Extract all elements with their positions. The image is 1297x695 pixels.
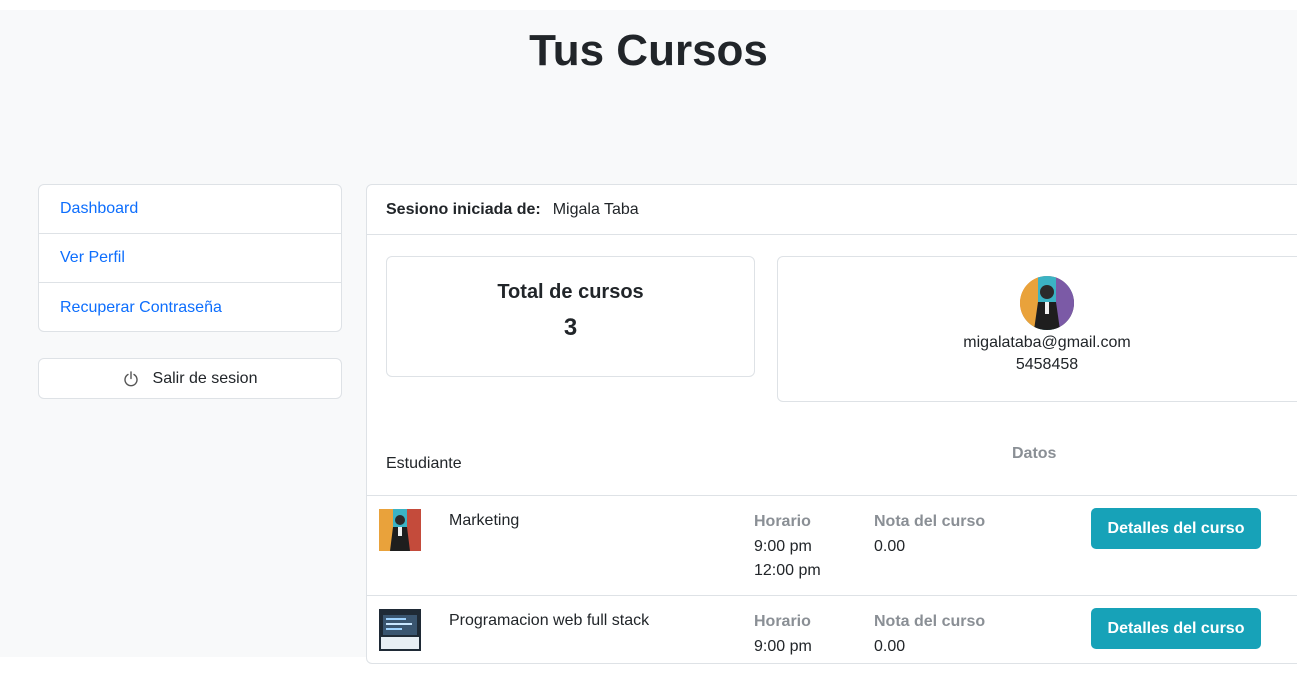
schedule-end: 12:00 pm	[754, 562, 821, 579]
table-row: Marketing Horario 9:00 pm 12:00 pm Nota …	[367, 495, 1297, 595]
course-details-button[interactable]: Detalles del curso	[1091, 608, 1261, 649]
session-row: Sesiono iniciada de: Migala Taba	[367, 185, 1297, 235]
avatar	[1020, 276, 1074, 330]
course-thumbnail	[379, 609, 421, 651]
profile-email: migalataba@gmail.com	[963, 334, 1131, 351]
main-card: Sesiono iniciada de: Migala Taba Total d…	[366, 184, 1297, 664]
schedule-start: 9:00 pm	[754, 638, 812, 655]
session-user: Migala Taba	[552, 200, 639, 218]
grade-label: Nota del curso	[874, 613, 986, 630]
column-header-datos: Datos	[1012, 445, 1057, 462]
schedule-label: Horario	[754, 513, 811, 530]
grade-value: 0.00	[874, 638, 906, 655]
sidebar-item-ver-perfil[interactable]: Ver Perfil	[39, 234, 341, 283]
grade-label: Nota del curso	[874, 513, 986, 530]
sidebar-nav: Dashboard Ver Perfil Recuperar Contraseñ…	[38, 184, 342, 332]
schedule-start: 9:00 pm	[754, 538, 812, 555]
top-band	[0, 0, 1297, 10]
course-thumbnail	[379, 509, 421, 551]
table-row: Programacion web full stack Horario 9:00…	[367, 595, 1297, 695]
logout-button[interactable]: Salir de sesion	[38, 358, 342, 399]
course-name: Marketing	[449, 512, 520, 529]
total-courses-value: 3	[563, 314, 578, 341]
sidebar-item-dashboard[interactable]: Dashboard	[39, 185, 341, 234]
column-header-estudiante: Estudiante	[386, 455, 462, 472]
power-icon	[123, 370, 138, 386]
course-details-button[interactable]: Detalles del curso	[1091, 508, 1261, 549]
schedule-label: Horario	[754, 613, 811, 630]
profile-phone: 5458458	[1015, 356, 1079, 373]
total-courses-title: Total de cursos	[497, 281, 644, 303]
profile-card: migalataba@gmail.com 5458458	[777, 256, 1297, 402]
session-label: Sesiono iniciada de:	[386, 200, 541, 218]
course-name: Programacion web full stack	[449, 612, 650, 629]
logout-label: Salir de sesion	[152, 369, 258, 387]
sidebar-item-recuperar-contrasena[interactable]: Recuperar Contraseña	[39, 283, 341, 332]
page-title: Tus Cursos	[529, 26, 768, 75]
total-courses-card: Total de cursos 3	[386, 256, 755, 377]
grade-value: 0.00	[874, 538, 906, 555]
